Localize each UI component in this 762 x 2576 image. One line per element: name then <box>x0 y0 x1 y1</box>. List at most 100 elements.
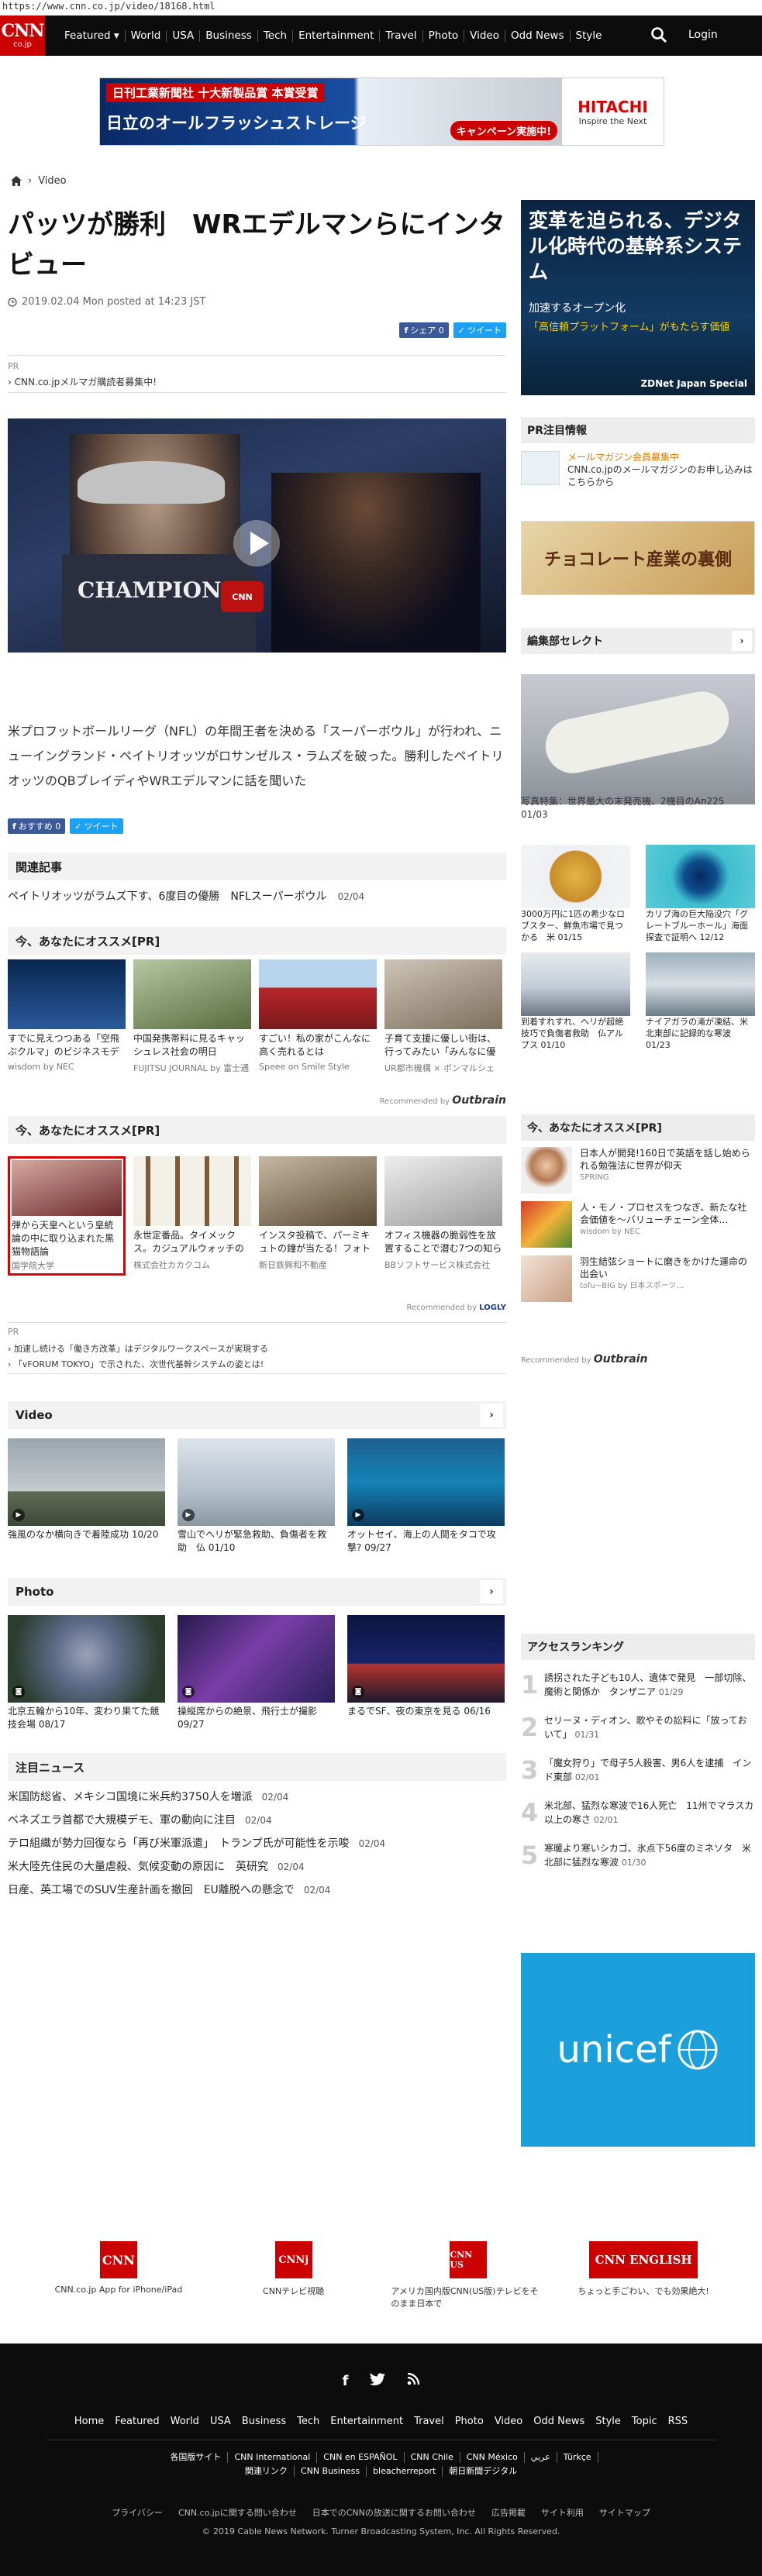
footer-edition[interactable]: Türkçe <box>557 2452 598 2463</box>
footer-link[interactable]: サイト利用 <box>533 2506 591 2519</box>
footer-edition[interactable]: CNN International <box>228 2452 318 2463</box>
twitter-icon[interactable] <box>370 2373 386 2387</box>
app-cnnj[interactable]: CNNj CNNテレビ視聴 <box>216 2241 371 2309</box>
recommend-card[interactable]: すごい！私の家がこんなに高く売れるとは Speee on Smile Style <box>259 959 377 1074</box>
footer-nav-item[interactable]: Photo <box>455 2416 484 2427</box>
video-card[interactable]: ▶ 強風のなか横向きで着陸成功 10/20 <box>8 1438 165 1555</box>
footer-link[interactable]: プライバシー <box>104 2506 171 2519</box>
recommended-by[interactable]: Recommended by Outbrain <box>8 1094 506 1107</box>
footer-edition[interactable]: عربي <box>525 2452 557 2463</box>
zdnet-ad[interactable]: 変革を迫られる、デジタル化時代の基幹系システム 加速するオープン化 「高信頼プラ… <box>521 200 755 395</box>
pr-newsletter-link[interactable]: › CNN.co.jpメルマガ購読者募集中! <box>8 375 506 388</box>
footer-nav-item[interactable]: USA <box>210 2416 231 2427</box>
recommended-by[interactable]: Recommended by Outbrain <box>521 1353 755 1365</box>
recommend-card[interactable]: 永世定番品。タイメックス。カジュアルウォッチの当学理を手に入れる株式会社カカクコ… <box>133 1156 251 1276</box>
footer-link[interactable]: 日本でのCNNの放送に関するお問い合わせ <box>305 2506 484 2519</box>
app-cnn-us[interactable]: CNN US アメリカ国内版CNN(US版)テレビをそのまま日本で <box>391 2241 546 2309</box>
cnn-logo[interactable]: CNN co.jp <box>0 15 45 56</box>
video-card[interactable]: ▶ 雪山でヘリが緊急救助、負傷者を救助 仏 01/10 <box>178 1438 335 1555</box>
video-card[interactable]: ▶ オットセイ、海上の人間をタコで攻撃? 09/27 <box>347 1438 505 1555</box>
footer-edition[interactable]: bleacherreport <box>367 2466 443 2477</box>
nav-item-world[interactable]: World <box>126 29 167 42</box>
footer-nav-item[interactable]: Video <box>495 2416 522 2427</box>
nav-item-style[interactable]: Style <box>571 29 608 42</box>
footer-edition[interactable]: CNN en ESPAÑOL <box>317 2452 405 2463</box>
footer-nav-item[interactable]: RSS <box>668 2416 688 2427</box>
facebook-icon[interactable]: f <box>343 2373 349 2389</box>
pr-link[interactable]: › 「vFORUM TOKYO」で示された、次世代基幹システムの姿とは! <box>8 1358 506 1370</box>
footer-nav-item[interactable]: Tech <box>297 2416 319 2427</box>
video-player[interactable]: CHAMPIONS CNN <box>8 418 506 653</box>
footer-edition[interactable]: CNN Chile <box>405 2452 460 2463</box>
footer-edition[interactable]: CNN México <box>460 2452 525 2463</box>
chevron-right-icon[interactable]: › <box>480 1580 503 1603</box>
recommend-card[interactable]: 子育て支援に優しい街は、行ってみたい「みんなに優しい街」でした UR都市機構 × … <box>384 959 502 1074</box>
nav-item-usa[interactable]: USA <box>167 29 201 42</box>
footer-nav-item[interactable]: Travel <box>414 2416 444 2427</box>
nav-item-photo[interactable]: Photo <box>423 29 465 42</box>
recommend-card[interactable]: すでに見えつつある「空飛ぶクルマ」のビジネスモデル wisdom by NEC <box>8 959 126 1074</box>
recommend-right-item[interactable]: 人・モノ・プロセスをつなぎ、新たな社会価値を～バリューチェーン全体… wisdom… <box>521 1201 755 1248</box>
ranking-item[interactable]: 2 セリーヌ・ディオン、歌やその訟料に「放っておいて」 01/31 <box>521 1713 755 1742</box>
news-item[interactable]: 日産、英工場でのSUV生産計画を撤回 EU離脱への懸念で 02/04 <box>8 1882 506 1905</box>
twitter-tweet-button[interactable]: ✓ ツイート <box>70 818 123 834</box>
footer-nav-item[interactable]: World <box>171 2416 199 2427</box>
footer-link[interactable]: CNN.co.jpに関する問い合わせ <box>171 2506 305 2519</box>
editor-cell[interactable]: 3000万円に1匹の希少なロブスター、鮮魚市場で見つかる 米 01/15 <box>521 845 630 943</box>
recommend-card[interactable]: 中国発携帯料に見るキャッシュレス社会の明日 FUJITSU JOURNAL by … <box>133 959 251 1074</box>
news-item[interactable]: テロ組織が勢力回復なら「再び米軍派遣」 トランプ氏が可能性を示唆 02/04 <box>8 1835 506 1858</box>
url-bar[interactable]: https://www.cnn.co.jp/video/18168.html <box>0 0 762 14</box>
footer-nav-item[interactable]: Topic <box>632 2416 657 2427</box>
nav-item-tech[interactable]: Tech <box>258 29 294 42</box>
footer-nav-item[interactable]: Home <box>74 2416 104 2427</box>
pr-info-item[interactable]: メールマガジン会員募集中 CNN.co.jpのメールマガジンのお申し込みはこちらか… <box>521 451 755 488</box>
recommend-right-item[interactable]: 羽生結弦ショートに磨きをかけた運命の出会い tofu~BIG by 日本スポーツ… <box>521 1255 755 1302</box>
ranking-item[interactable]: 5 寒暖より寒いシカゴ、氷点下56度のミネソタ 米北部に猛烈な寒波 01/30 <box>521 1841 755 1870</box>
top-banner-ad[interactable]: 日刊工業新聞社 十大新製品賞 本賞受賞 日立のオールフラッシュストレージ キャン… <box>99 77 664 146</box>
editor-cell[interactable]: カリブ海の巨大陥没穴「グレートブルーホール」海面探査で証明へ 12/12 <box>646 845 755 943</box>
chevron-right-icon[interactable]: › <box>480 1403 503 1427</box>
play-icon[interactable] <box>233 519 281 567</box>
chevron-right-icon[interactable]: › <box>732 631 752 651</box>
nav-item-odd-news[interactable]: Odd News <box>505 29 571 42</box>
nav-item-travel[interactable]: Travel <box>380 29 423 42</box>
twitter-share-button[interactable]: ✓ ツイート <box>453 322 506 338</box>
nav-item-featured[interactable]: Featured ▾ <box>59 29 126 42</box>
editor-feature-caption[interactable]: 写真特集：世界最大の末発売機、2機目のAn225 01/03 <box>521 795 755 821</box>
editor-feature-image[interactable] <box>521 674 755 804</box>
unicef-ad[interactable]: unicef <box>521 1953 755 2147</box>
editor-cell[interactable]: 到着すれすれ、ヘリが超絶技巧で負傷者救助 仏アルプス 01/10 <box>521 952 630 1051</box>
news-item[interactable]: ベネズエラ首都で大規模デモ、軍の動向に注目 02/04 <box>8 1812 506 1835</box>
footer-link[interactable]: サイトマップ <box>591 2506 658 2519</box>
photo-card[interactable]: ◙ 操縦席からの絶景、飛行士が撮影 09/27 <box>178 1615 335 1731</box>
nav-item-entertainment[interactable]: Entertainment <box>293 29 381 42</box>
photo-card[interactable]: ◙ まるでSF、夜の東京を見る 06/16 <box>347 1615 505 1731</box>
footer-nav-item[interactable]: Featured <box>115 2416 159 2427</box>
breadcrumb-current[interactable]: Video <box>38 175 66 187</box>
footer-edition[interactable]: 朝日新聞デジタル <box>443 2466 523 2477</box>
search-icon[interactable] <box>650 26 668 44</box>
news-item[interactable]: 米国防総省、メキシコ国境に米兵約3750人を増派 02/04 <box>8 1789 506 1812</box>
ranking-item[interactable]: 1 誘拐された子ども10人、遺体で発見 一部切除、魔術と関係か タンザニア 01/… <box>521 1671 755 1700</box>
app-cnn[interactable]: CNN CNN.co.jp App for iPhone/iPad <box>41 2241 196 2309</box>
footer-nav-item[interactable]: Style <box>595 2416 621 2427</box>
ranking-item[interactable]: 3 「魔女狩り」で母子5人殺害、男6人を逮捕 インド東部 02/01 <box>521 1756 755 1785</box>
recommended-by[interactable]: Recommended by LOGLY <box>8 1303 506 1312</box>
home-icon[interactable] <box>11 176 22 186</box>
facebook-share-button[interactable]: f シェア 0 <box>399 322 449 338</box>
app-cnn-english[interactable]: CNN ENGLISH ちょっと手ごわい、でも効果絶大! <box>566 2241 721 2309</box>
recommend-card[interactable]: インスタ投稿で、パーミキュトの鐘が当たる！フォトコン開催中! 新日鉄興和不動産 <box>259 1156 377 1276</box>
nav-item-video[interactable]: Video <box>464 29 505 42</box>
rss-icon[interactable] <box>407 2373 420 2385</box>
news-item[interactable]: 米大陸先住民の大量虐殺、気候変動の原因に 英研究 02/04 <box>8 1858 506 1882</box>
recommend-card[interactable]: オフィス機器の脆弱性を放置することで潜む7つの知られていない驚かな構約 BBソフト… <box>384 1156 502 1276</box>
footer-link[interactable]: 広告掲載 <box>484 2506 533 2519</box>
chocolate-ad[interactable]: チョコレート産業の裏側 <box>521 521 755 595</box>
login-link[interactable]: Login <box>688 29 718 41</box>
recommend-card[interactable]: 弾から天皇へという皇統論の中に取り込まれた黒猫物語論 国学院大学 <box>8 1156 126 1276</box>
ranking-item[interactable]: 4 米北部、猛烈な寒波で16人死亡 11州でマラスカ以上の寒さ 02/01 <box>521 1799 755 1827</box>
footer-edition[interactable]: CNN Business <box>295 2466 367 2477</box>
pr-link[interactable]: › 加速し続ける「働き方改革」はデジタルワークスペースが実現する <box>8 1342 506 1355</box>
facebook-like-button[interactable]: f おすすめ 0 <box>8 818 66 834</box>
footer-nav-item[interactable]: Odd News <box>533 2416 584 2427</box>
